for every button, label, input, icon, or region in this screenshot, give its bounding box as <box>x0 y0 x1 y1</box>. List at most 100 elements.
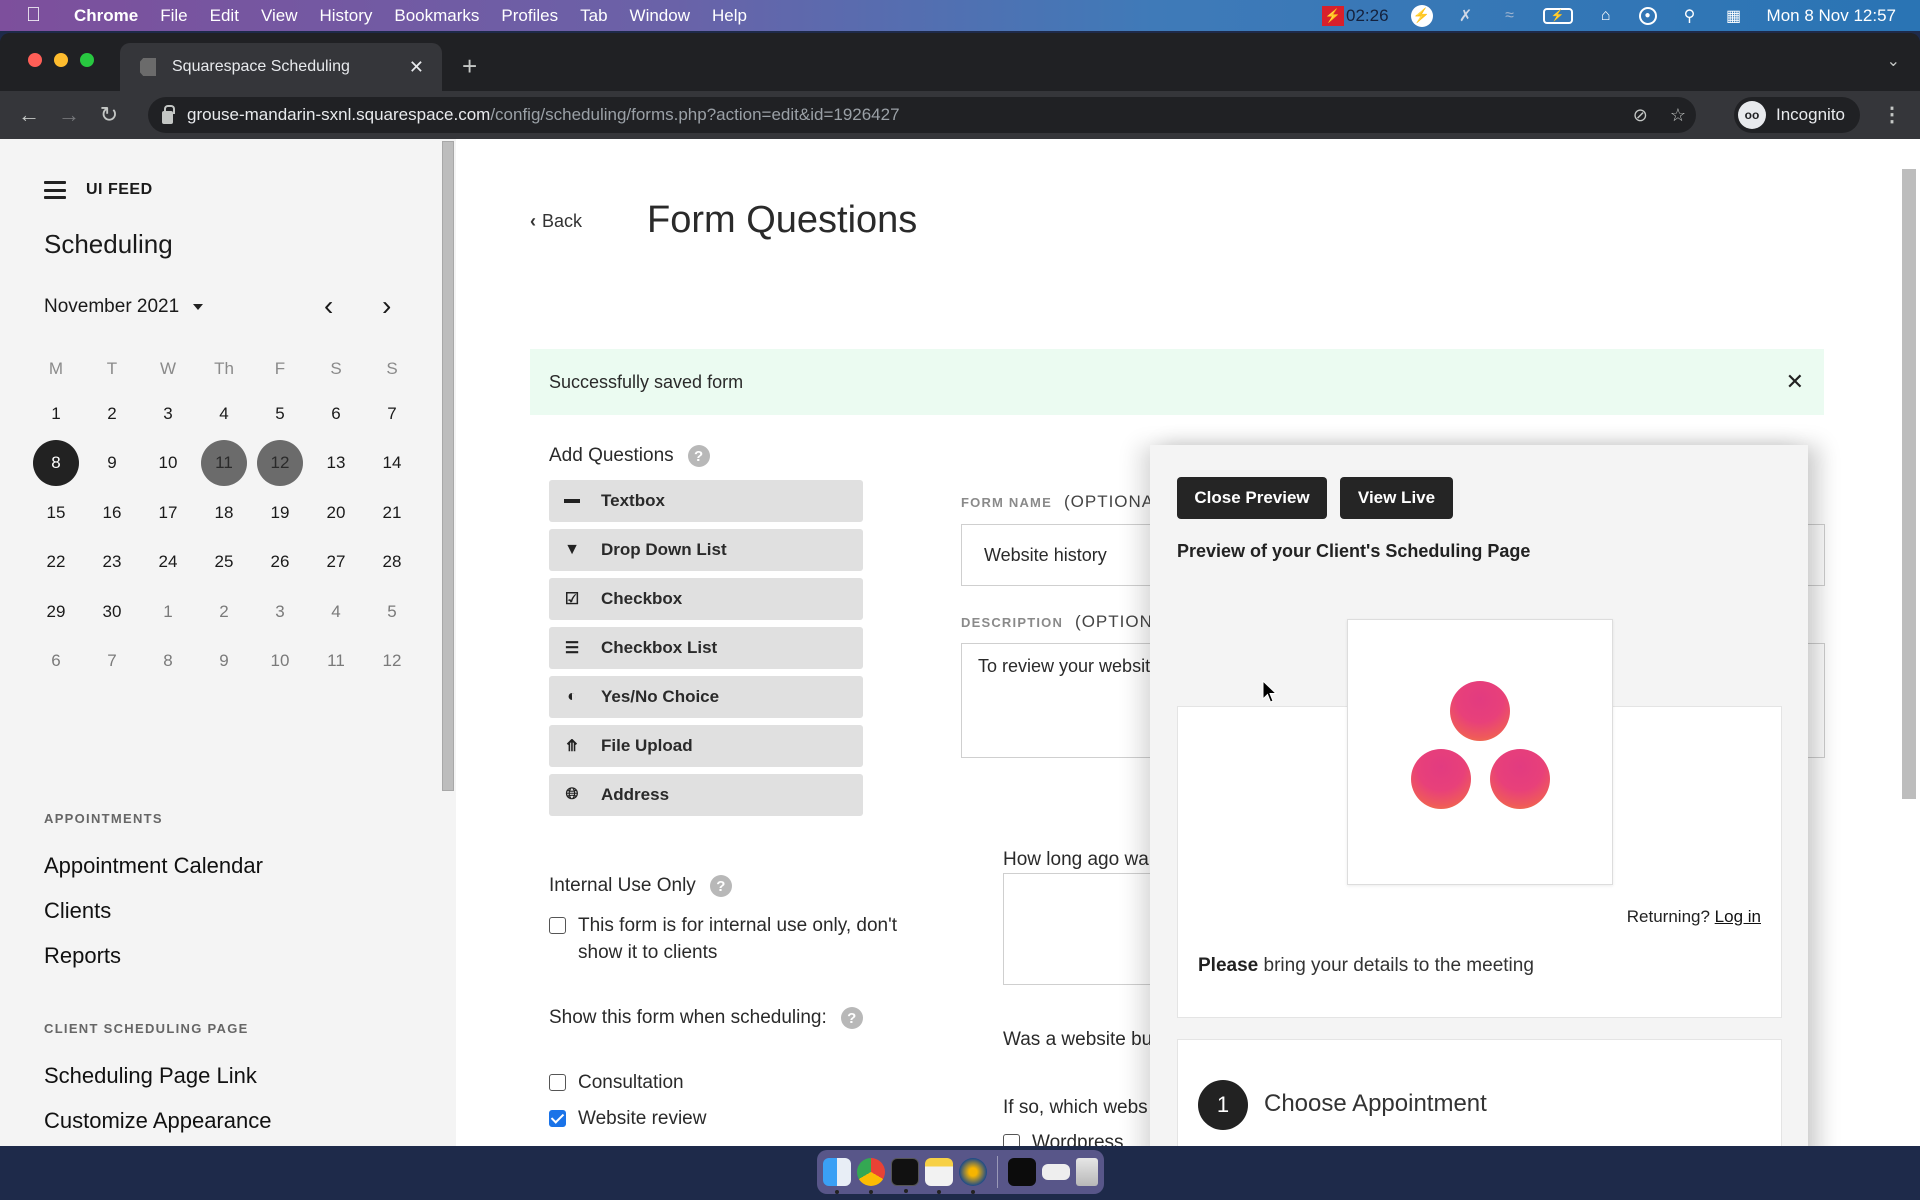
calendar-day[interactable]: 9 <box>89 440 135 486</box>
browser-tab-active[interactable]: Squarespace Scheduling ✕ <box>120 43 442 91</box>
calendar-day[interactable]: 7 <box>89 638 135 684</box>
calendar-day[interactable]: 10 <box>145 440 191 486</box>
chrome-icon[interactable] <box>857 1158 885 1194</box>
calendar-day[interactable]: 28 <box>369 539 415 585</box>
menu-file[interactable]: File <box>160 6 187 26</box>
zoom-window-button[interactable] <box>80 53 94 67</box>
back-arrow-icon[interactable]: ← <box>11 102 47 128</box>
finder-icon[interactable] <box>823 1158 851 1194</box>
menu-bookmarks[interactable]: Bookmarks <box>394 6 479 26</box>
calendar-day[interactable]: 20 <box>313 490 359 536</box>
login-link[interactable]: Log in <box>1715 907 1761 926</box>
new-tab-button[interactable]: + <box>462 51 477 82</box>
forward-arrow-icon[interactable]: → <box>51 102 87 128</box>
calendar-month-select[interactable]: November 2021 <box>44 296 179 318</box>
calendar-day[interactable]: 23 <box>89 539 135 585</box>
menu-app-chrome[interactable]: Chrome <box>74 6 138 26</box>
calendar-day[interactable]: 13 <box>313 440 359 486</box>
calendar-day[interactable]: 25 <box>201 539 247 585</box>
menu-tab[interactable]: Tab <box>580 6 607 26</box>
caret-down-icon[interactable] <box>193 304 204 310</box>
menu-help[interactable]: Help <box>712 6 747 26</box>
calendar-day[interactable]: 6 <box>33 638 79 684</box>
calendar-day[interactable]: 8 <box>33 440 79 487</box>
add-address-button[interactable]: 🌐︎ Address <box>549 774 863 816</box>
help-icon[interactable]: ? <box>709 875 732 897</box>
close-preview-button[interactable]: Close Preview <box>1177 477 1327 519</box>
tracking-protection-eye-off-icon[interactable]: ⊘ <box>1633 105 1648 126</box>
page-scrollbar[interactable] <box>1902 169 1916 799</box>
wifi-icon[interactable]: ⌂ <box>1595 5 1617 27</box>
calendar-day[interactable]: 15 <box>33 490 79 536</box>
calendar-day[interactable]: 18 <box>201 490 247 536</box>
menu-profiles[interactable]: Profiles <box>501 6 558 26</box>
calendar-day[interactable]: 22 <box>33 539 79 585</box>
control-center-icon[interactable]: ▦ <box>1723 5 1745 27</box>
calendar-day[interactable]: 10 <box>257 638 303 684</box>
calendar-day[interactable]: 3 <box>145 391 191 437</box>
calendar-day[interactable]: 6 <box>313 391 359 437</box>
calendar-day[interactable]: 12 <box>257 440 303 487</box>
calendar-day[interactable]: 19 <box>257 490 303 536</box>
calendar-day[interactable]: 26 <box>257 539 303 585</box>
website-review-checkbox[interactable] <box>549 1110 566 1127</box>
internal-use-checkbox-row[interactable]: This form is for internal use only, don'… <box>549 912 897 966</box>
calendar-next-chevron-icon[interactable]: › <box>382 292 391 320</box>
calendar-day[interactable]: 3 <box>257 589 303 635</box>
bolt-app-dock-icon[interactable] <box>959 1158 987 1194</box>
calendar-day[interactable]: 7 <box>369 391 415 437</box>
calendar-prev-chevron-icon[interactable]: ‹ <box>324 292 333 320</box>
calendar-day[interactable]: 12 <box>369 638 415 684</box>
minimize-window-button[interactable] <box>54 53 68 67</box>
bolt-app-icon[interactable]: ⚡ <box>1410 4 1433 27</box>
add-checkbox-button[interactable]: ☑ Checkbox <box>549 578 863 620</box>
view-live-button[interactable]: View Live <box>1340 477 1453 519</box>
calendar-day[interactable]: 11 <box>313 638 359 684</box>
calendar-day[interactable]: 2 <box>201 589 247 635</box>
back-link[interactable]: ‹ Back <box>530 211 582 232</box>
calendar-day[interactable]: 8 <box>145 638 191 684</box>
calendar-day[interactable]: 17 <box>145 490 191 536</box>
internal-use-checkbox[interactable] <box>549 917 566 934</box>
add-file-upload-button[interactable]: ⤊ File Upload <box>549 725 863 767</box>
appointment-type-consultation[interactable]: Consultation <box>549 1069 684 1096</box>
option-wordpress[interactable]: Wordpress <box>1003 1129 1124 1146</box>
calendar-day[interactable]: 2 <box>89 391 135 437</box>
screen-recorder-status[interactable]: ⚡ 02:26 <box>1321 5 1389 26</box>
screen-capture-thumbnail-icon[interactable] <box>1008 1158 1036 1186</box>
incognito-profile-button[interactable]: oo Incognito <box>1734 97 1860 133</box>
add-textbox-button[interactable]: Textbox <box>549 480 863 522</box>
calendar-day[interactable]: 1 <box>145 589 191 635</box>
appointment-type-website-review[interactable]: Website review <box>549 1105 706 1132</box>
sidebar-link-appointment-calendar[interactable]: Appointment Calendar <box>44 853 263 879</box>
add-yes-no-choice-button[interactable]: ◐ Yes/No Choice <box>549 676 863 718</box>
add-checkbox-list-button[interactable]: ☰ Checkbox List <box>549 627 863 669</box>
calendar-day[interactable]: 30 <box>89 589 135 635</box>
trash-icon[interactable] <box>1076 1158 1098 1186</box>
bookmark-star-icon[interactable]: ☆ <box>1670 105 1686 126</box>
calendar-day[interactable]: 29 <box>33 589 79 635</box>
menu-window[interactable]: Window <box>630 6 690 26</box>
sidebar-link-reports[interactable]: Reports <box>44 943 121 969</box>
alert-close-icon[interactable]: ✕ <box>1786 369 1804 395</box>
calendar-day[interactable]: 21 <box>369 490 415 536</box>
calendar-day[interactable]: 5 <box>257 391 303 437</box>
tab-close-icon[interactable]: ✕ <box>409 57 424 78</box>
battery-charging-icon[interactable]: ⚡ <box>1542 7 1573 24</box>
close-window-button[interactable] <box>28 53 42 67</box>
window-thumbnail-icon[interactable] <box>1042 1164 1070 1180</box>
calendar-day[interactable]: 9 <box>201 638 247 684</box>
user-account-icon[interactable]: ● <box>1638 6 1657 25</box>
apple-icon[interactable]:  <box>26 4 56 27</box>
terminal-icon[interactable] <box>891 1158 919 1193</box>
help-icon[interactable]: ? <box>840 1007 863 1029</box>
sidebar-scrollbar[interactable] <box>442 141 454 791</box>
menu-history[interactable]: History <box>319 6 372 26</box>
sidebar-link-clients[interactable]: Clients <box>44 898 111 924</box>
calendar-day[interactable]: 4 <box>313 589 359 635</box>
brand-name[interactable]: UI FEED <box>86 181 153 199</box>
address-bar[interactable]: grouse-mandarin-sxnl.squarespace.com /co… <box>148 97 1696 133</box>
tab-search-chevron-icon[interactable]: ⌄ <box>1887 51 1900 71</box>
calendar-day[interactable]: 24 <box>145 539 191 585</box>
bluetooth-off-icon[interactable]: ✗ <box>1455 5 1477 27</box>
